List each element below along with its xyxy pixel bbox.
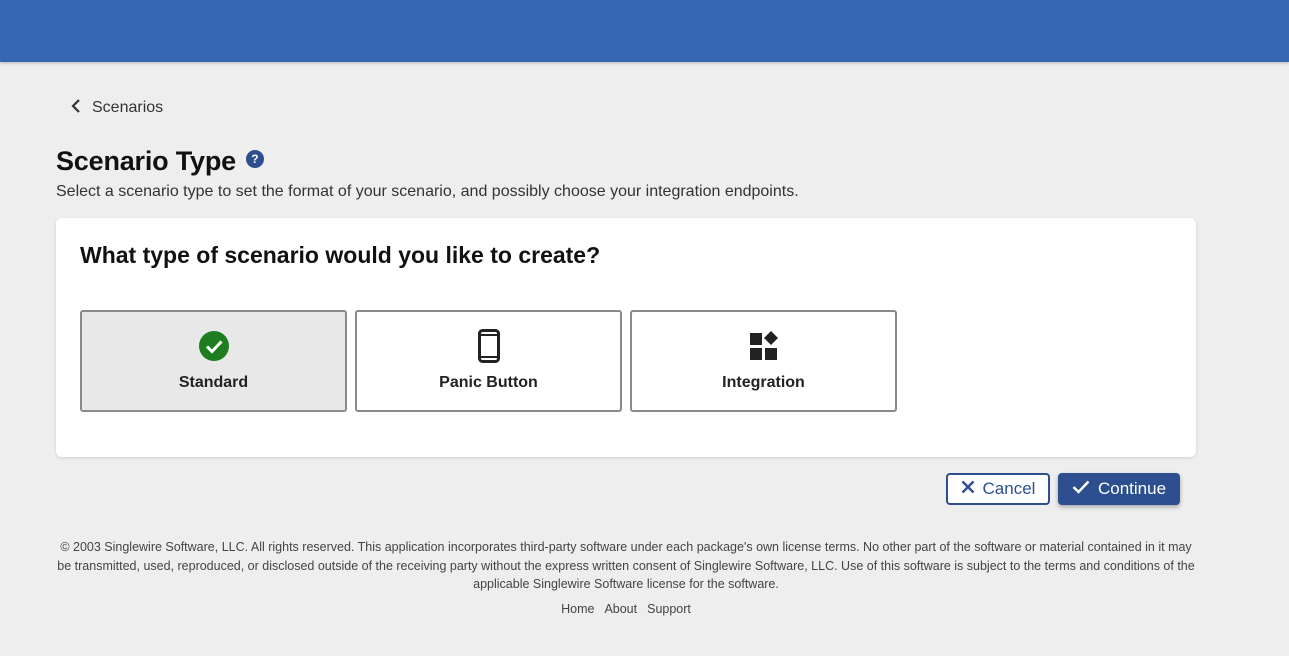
option-label: Panic Button (439, 374, 538, 391)
scenario-type-card: What type of scenario would you like to … (56, 218, 1196, 457)
option-label: Standard (178, 374, 249, 391)
top-app-bar (0, 0, 1289, 62)
close-icon (961, 479, 975, 499)
option-label: Integration (722, 374, 805, 391)
cancel-button[interactable]: Cancel (946, 473, 1050, 505)
footer-link-support[interactable]: Support (647, 602, 691, 616)
page-subtitle: Select a scenario type to set the format… (56, 183, 799, 200)
option-standard[interactable]: Standard (80, 310, 347, 412)
page-title-row: Scenario Type ? (56, 146, 264, 177)
cancel-button-label: Cancel (982, 479, 1036, 498)
option-integration[interactable]: Integration (630, 310, 897, 412)
card-question: What type of scenario would you like to … (80, 242, 601, 268)
breadcrumb-back-link[interactable]: Scenarios (70, 97, 163, 119)
widgets-icon (748, 329, 780, 363)
check-circle-icon (198, 329, 230, 363)
page-title: Scenario Type (56, 146, 236, 176)
option-panic-button[interactable]: Panic Button (355, 310, 622, 412)
breadcrumb-label: Scenarios (92, 99, 164, 116)
footer-legal-text: © 2003 Singlewire Software, LLC. All rig… (57, 540, 1195, 591)
mobile-phone-icon (473, 329, 505, 363)
footer-link-about[interactable]: About (604, 602, 637, 616)
chevron-left-icon (70, 98, 82, 119)
help-icon[interactable]: ? (245, 149, 264, 168)
continue-button-label: Continue (1097, 479, 1167, 498)
footer-links: Home About Support (0, 602, 1252, 616)
check-icon (1072, 479, 1090, 499)
continue-button[interactable]: Continue (1058, 473, 1180, 505)
footer-link-home[interactable]: Home (561, 602, 594, 616)
